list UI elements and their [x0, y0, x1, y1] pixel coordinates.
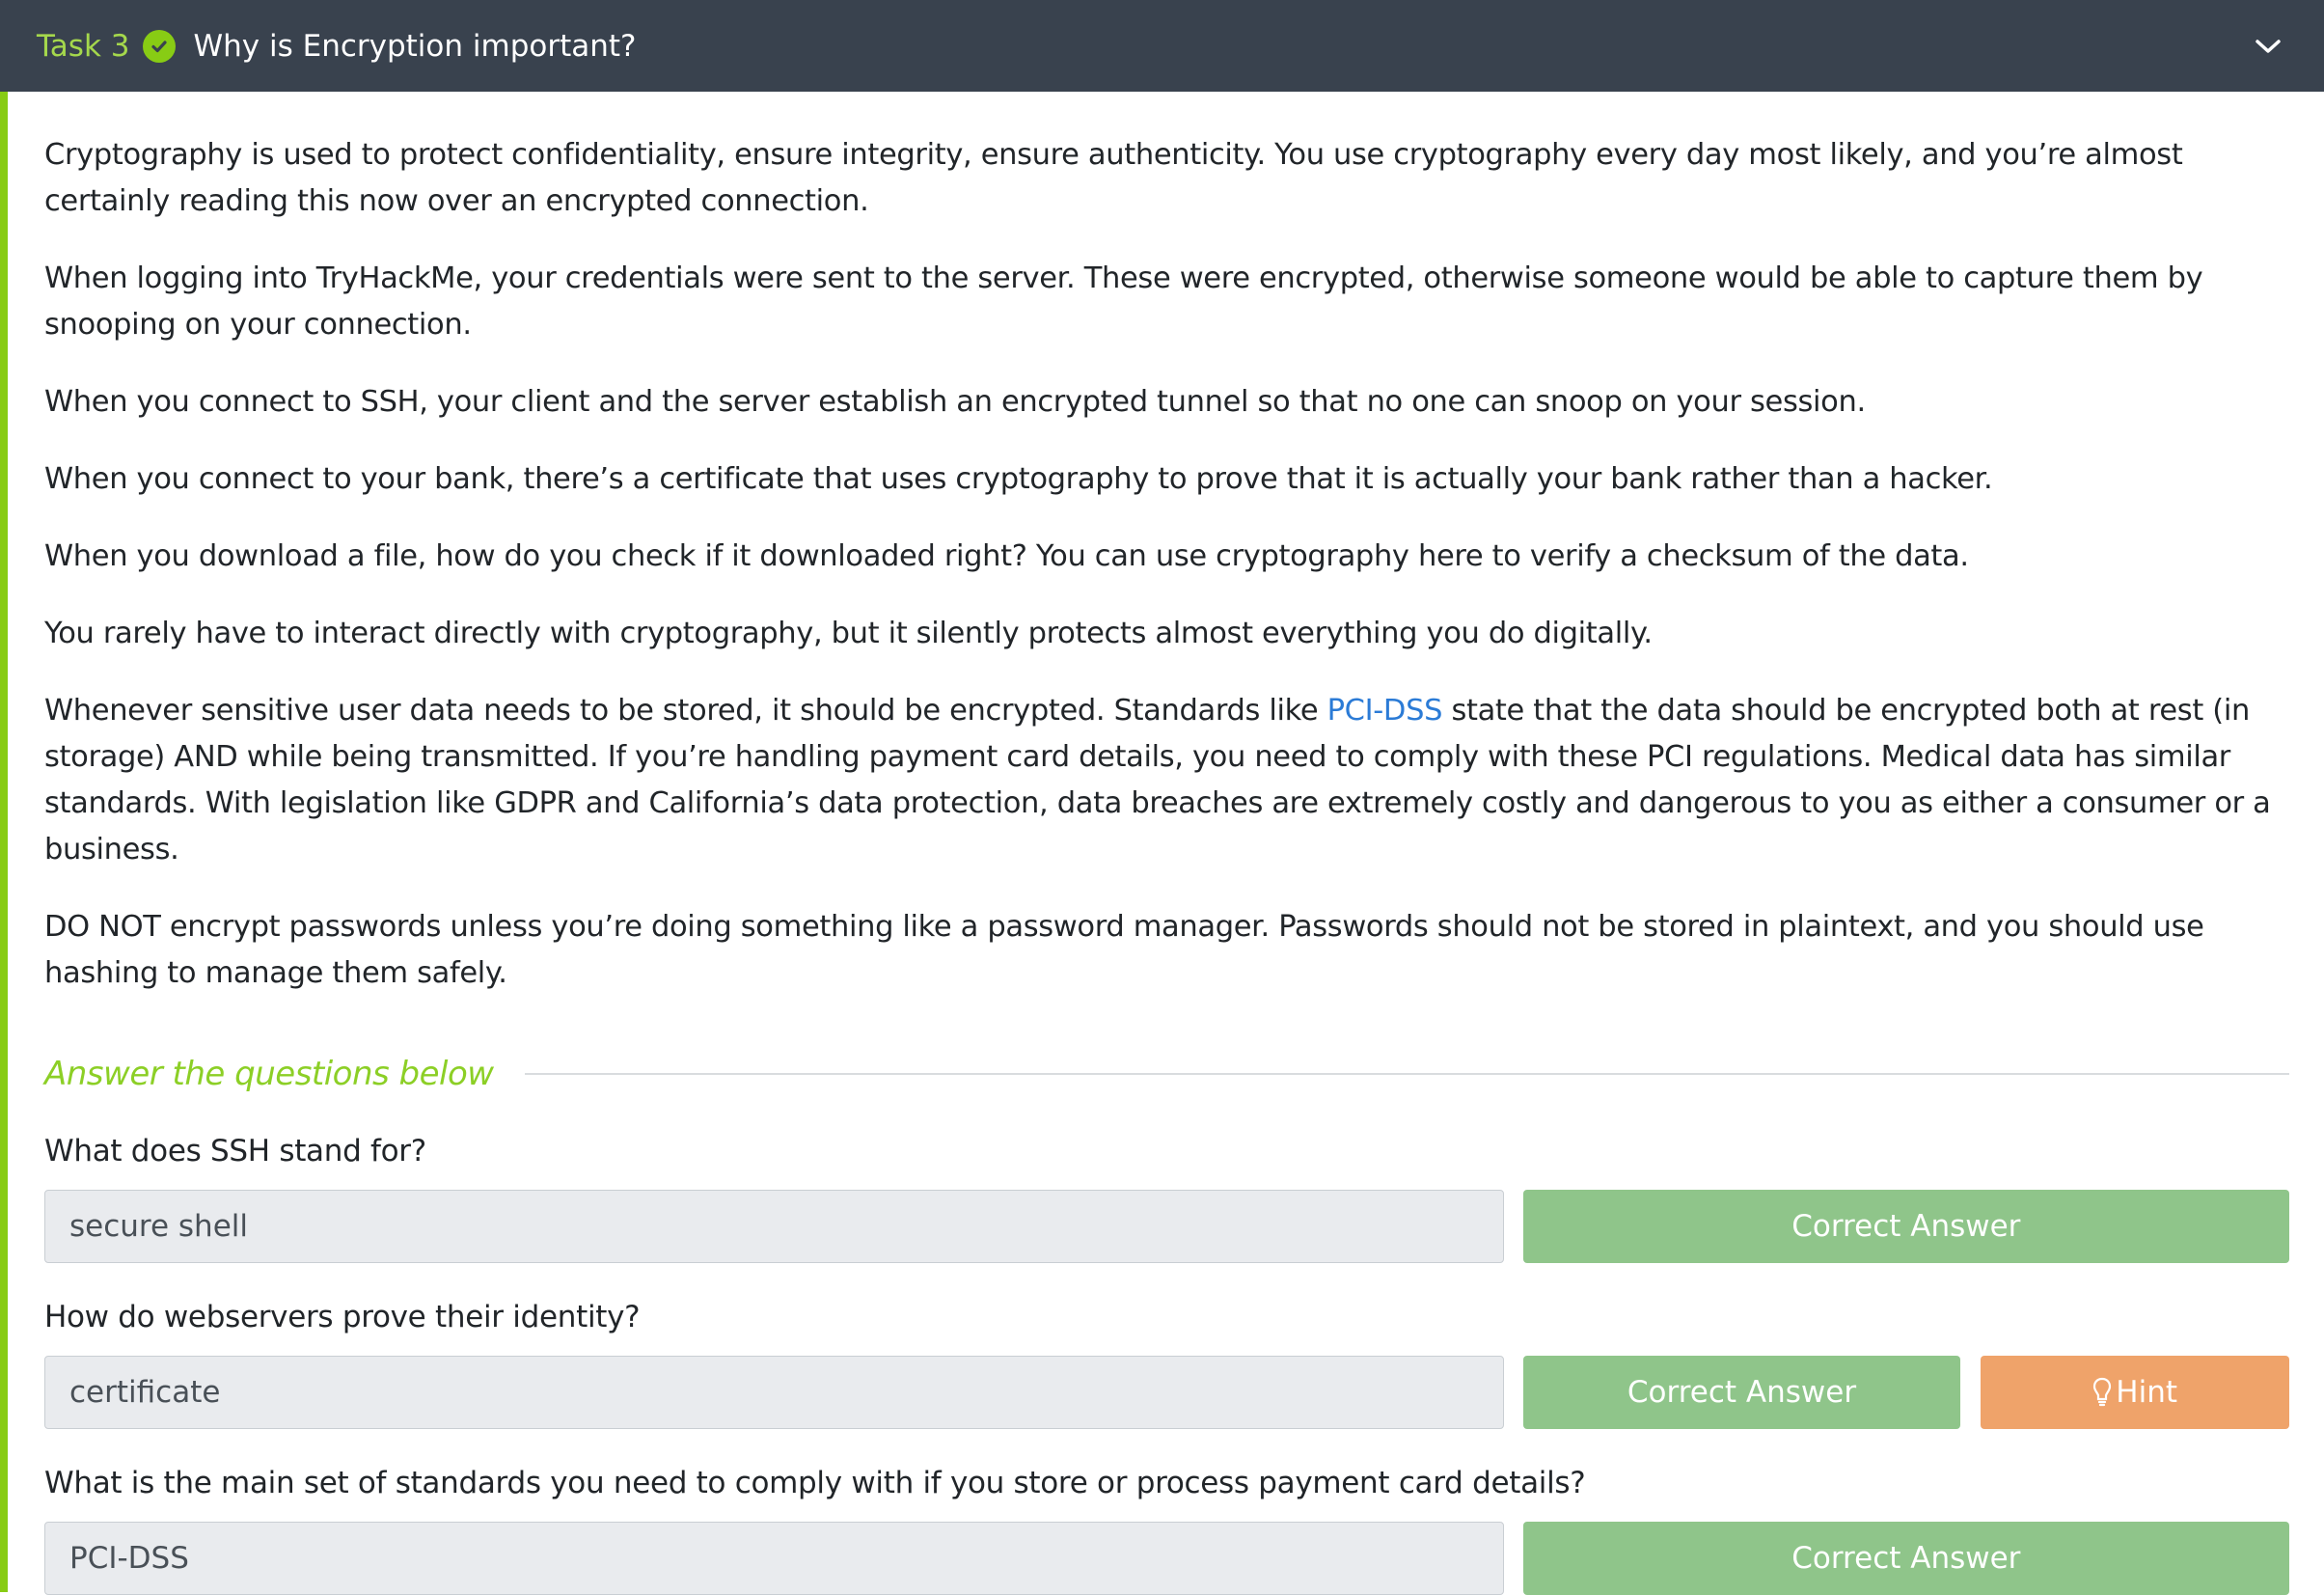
correct-answer-button[interactable]: Correct Answer: [1522, 1522, 2289, 1595]
paragraph-text: Whenever sensitive user data needs to be…: [44, 694, 1327, 728]
paragraph: When logging into TryHackMe, your creden…: [44, 261, 2203, 342]
paragraph: When you connect to SSH, your client and…: [44, 385, 1866, 419]
paragraph: When you connect to your bank, there’s a…: [44, 462, 1993, 496]
task-title: Why is Encryption important?: [193, 28, 637, 64]
check-circle-icon: [143, 29, 177, 63]
paragraph: When you download a file, how do you che…: [44, 539, 1969, 573]
task-card: Task 3 Why is Encryption important? Cryp…: [0, 0, 2324, 1595]
task-body: Cryptography is used to protect confiden…: [0, 92, 2324, 1595]
hint-label: Hint: [2116, 1375, 2177, 1410]
correct-answer-button[interactable]: Correct Answer: [1522, 1190, 2289, 1263]
paragraph: Cryptography is used to protect confiden…: [44, 138, 2183, 218]
answer-row: secure shell Correct Answer: [44, 1190, 2289, 1263]
answer-input[interactable]: secure shell: [44, 1190, 1504, 1263]
question-text: What is the main set of standards you ne…: [44, 1466, 1586, 1500]
paragraph: You rarely have to interact directly wit…: [44, 617, 1653, 650]
passwords-paragraph: DO NOT encrypt passwords unless you’re d…: [44, 910, 2204, 990]
pci-dss-link[interactable]: PCI-DSS: [1327, 694, 1443, 728]
task-number: Task 3: [37, 28, 130, 64]
lightbulb-icon: [2092, 1377, 2112, 1408]
question-text: How do webservers prove their identity?: [44, 1300, 641, 1334]
question-text: What does SSH stand for?: [44, 1134, 426, 1169]
answer-input[interactable]: PCI-DSS: [44, 1522, 1504, 1595]
correct-answer-button[interactable]: Correct Answer: [1522, 1356, 1961, 1429]
divider: [524, 1073, 2289, 1075]
answer-heading: Answer the questions below: [44, 1055, 494, 1093]
answer-section-header: Answer the questions below: [44, 1051, 2289, 1097]
answer-input[interactable]: certificate: [44, 1356, 1504, 1429]
answer-row: PCI-DSS Correct Answer: [44, 1522, 2289, 1595]
chevron-down-icon[interactable]: [2249, 27, 2287, 66]
task-header[interactable]: Task 3 Why is Encryption important?: [0, 0, 2324, 92]
answer-row: certificate Correct Answer Hint: [44, 1356, 2289, 1429]
hint-button[interactable]: Hint: [1981, 1356, 2289, 1429]
standards-paragraph: Whenever sensitive user data needs to be…: [44, 688, 2289, 873]
